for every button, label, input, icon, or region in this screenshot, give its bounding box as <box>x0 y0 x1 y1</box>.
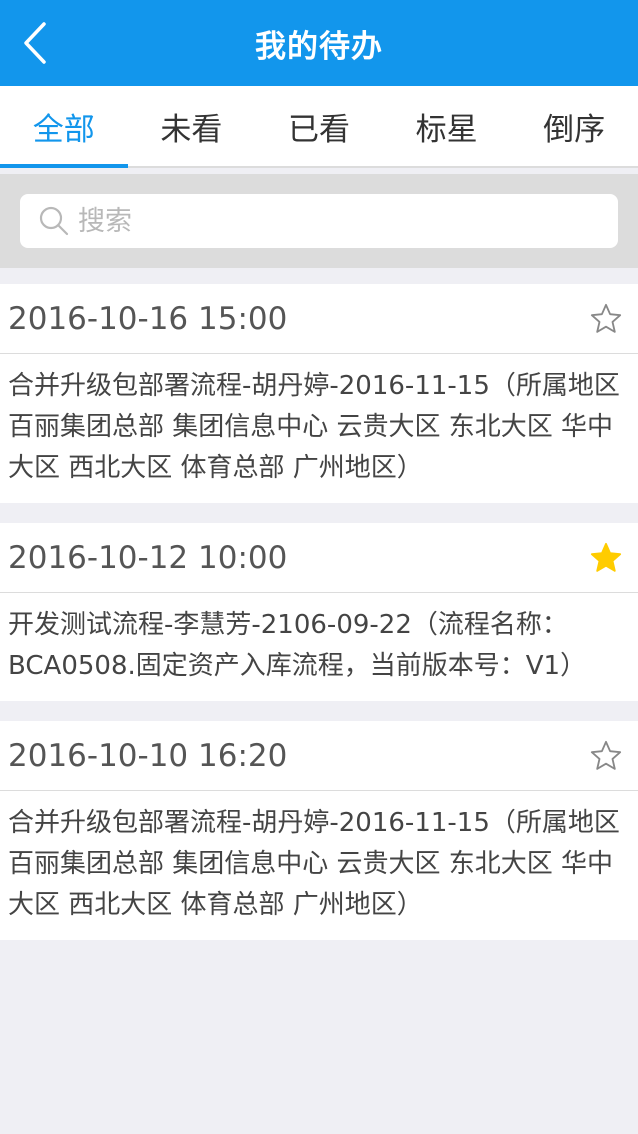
page-title: 我的待办 <box>255 28 383 65</box>
item-description: 开发测试流程-李慧芳-2106-09-22（流程名称：BCA0508.固定资产入… <box>8 610 587 681</box>
item-date: 2016-10-16 15:00 <box>8 300 288 337</box>
list-item-header: 2016-10-16 15:00 <box>0 284 638 354</box>
list-item-header: 2016-10-10 16:20 <box>0 721 638 791</box>
tab-all[interactable]: 全部 <box>0 86 128 168</box>
star-outline-icon <box>590 303 622 333</box>
search-input[interactable] <box>76 204 596 238</box>
app-header: 我的待办 <box>0 0 638 86</box>
list-item-header: 2016-10-12 10:00 <box>0 523 638 593</box>
star-button[interactable] <box>584 297 628 341</box>
back-button[interactable] <box>0 0 70 86</box>
todo-list: 2016-10-16 15:00 合并升级包部署流程-胡丹婷-2016-11-1… <box>0 284 638 940</box>
search-bar <box>0 174 638 268</box>
list-item[interactable]: 2016-10-12 10:00 开发测试流程-李慧芳-2106-09-22（流… <box>0 523 638 701</box>
item-date: 2016-10-12 10:00 <box>8 539 288 576</box>
star-filled-icon <box>590 542 622 572</box>
list-item[interactable]: 2016-10-16 15:00 合并升级包部署流程-胡丹婷-2016-11-1… <box>0 284 638 503</box>
item-date: 2016-10-10 16:20 <box>8 737 288 774</box>
filter-tabs: 全部 未看 已看 标星 倒序 <box>0 86 638 168</box>
tab-reverse-order[interactable]: 倒序 <box>510 86 638 166</box>
star-button[interactable] <box>584 734 628 778</box>
list-item[interactable]: 2016-10-10 16:20 合并升级包部署流程-胡丹婷-2016-11-1… <box>0 721 638 940</box>
chevron-left-icon <box>24 22 46 64</box>
star-outline-icon <box>590 740 622 770</box>
search-icon <box>39 206 69 236</box>
tab-unread[interactable]: 未看 <box>128 86 256 166</box>
item-description: 合并升级包部署流程-胡丹婷-2016-11-15（所属地区百丽集团总部 集团信息… <box>8 808 620 920</box>
tab-read[interactable]: 已看 <box>255 86 383 166</box>
star-button[interactable] <box>584 536 628 580</box>
item-description: 合并升级包部署流程-胡丹婷-2016-11-15（所属地区百丽集团总部 集团信息… <box>8 371 620 483</box>
tab-starred[interactable]: 标星 <box>383 86 511 166</box>
search-box[interactable] <box>20 194 618 248</box>
